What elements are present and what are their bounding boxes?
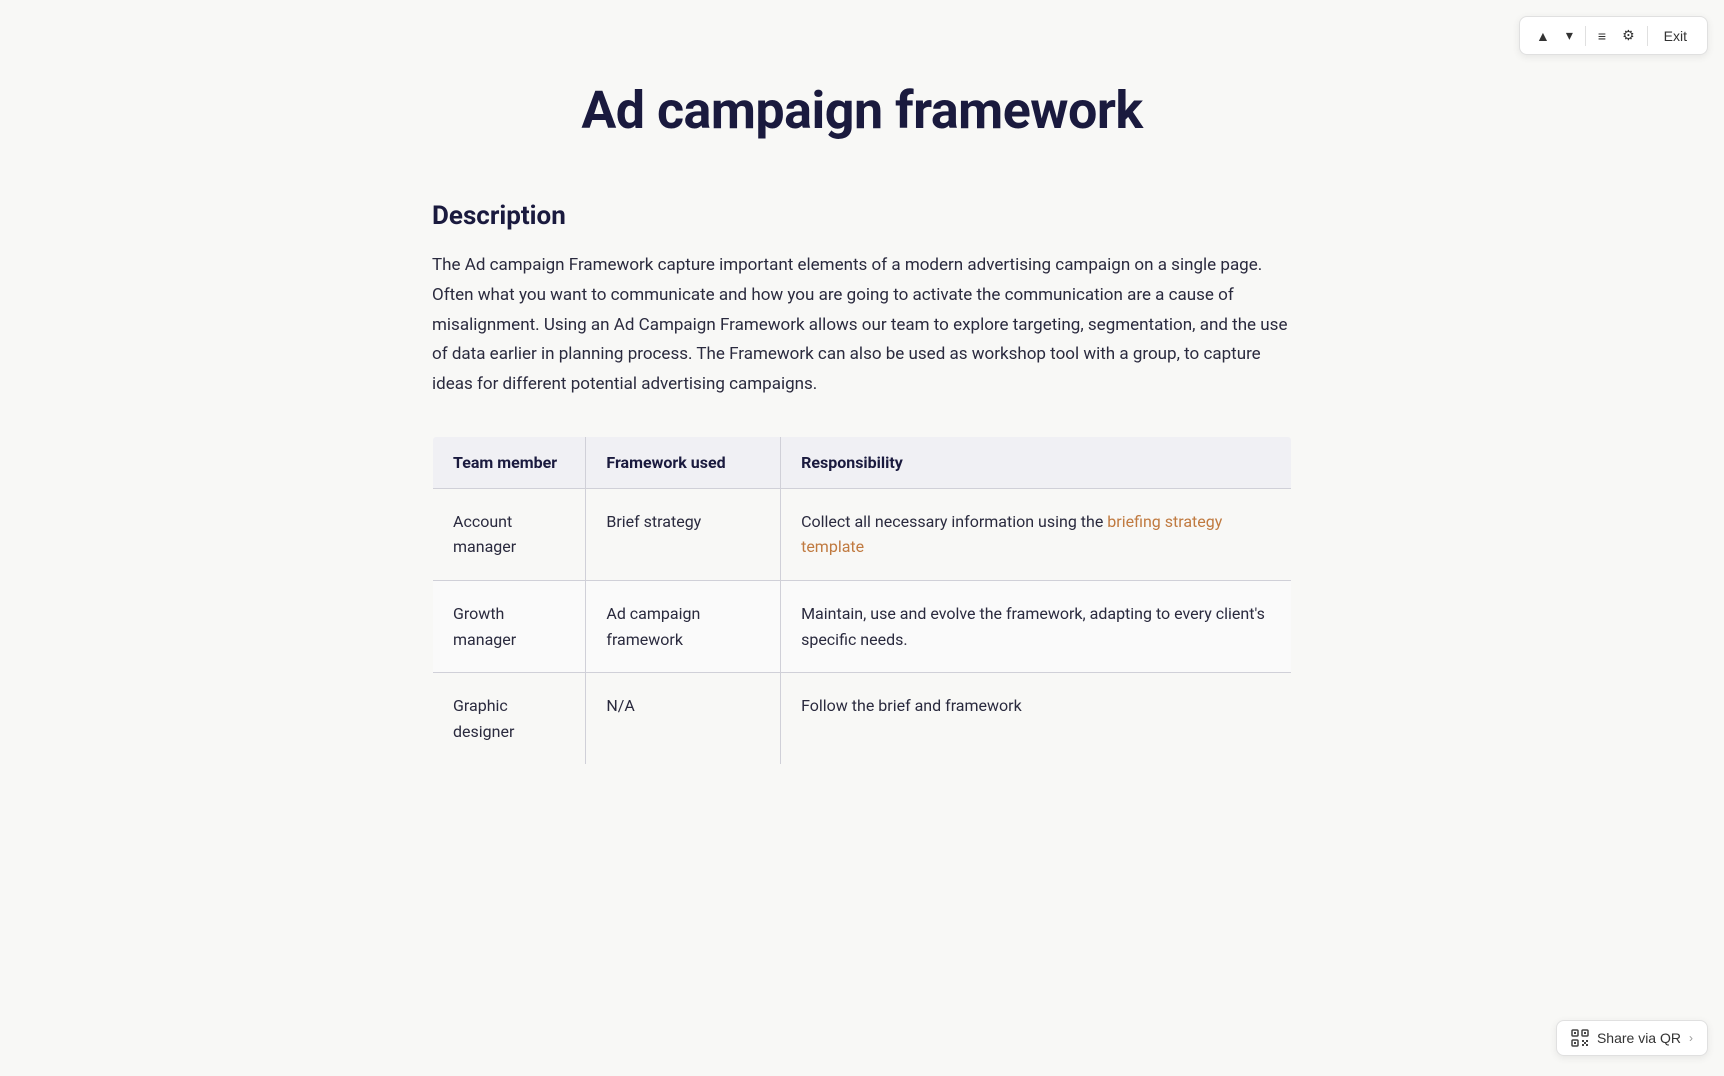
table-row: Account manager Brief strategy Collect a…	[433, 488, 1292, 580]
settings-button[interactable]: ⚙	[1616, 23, 1641, 48]
team-table: Team member Framework used Responsibilit…	[432, 436, 1292, 766]
share-label: Share via QR	[1597, 1030, 1681, 1046]
team-member-cell: Graphic designer	[433, 673, 586, 765]
table-row: Growth manager Ad campaign framework Mai…	[433, 580, 1292, 672]
description-heading: Description	[432, 201, 1292, 231]
prev-button[interactable]: ▲	[1530, 24, 1556, 48]
down-arrow-icon: ▾	[1566, 27, 1573, 44]
responsibility-cell: Collect all necessary information using …	[781, 488, 1292, 580]
next-button[interactable]: ▾	[1560, 23, 1579, 48]
col-header-responsibility: Responsibility	[781, 436, 1292, 488]
description-body: The Ad campaign Framework capture import…	[432, 251, 1292, 400]
team-member-cell: Account manager	[433, 488, 586, 580]
col-header-team-member: Team member	[433, 436, 586, 488]
framework-cell: N/A	[586, 673, 781, 765]
team-member-cell: Growth manager	[433, 580, 586, 672]
list-view-button[interactable]: ≡	[1592, 24, 1612, 48]
list-icon: ≡	[1598, 28, 1606, 44]
exit-button[interactable]: Exit	[1654, 24, 1697, 48]
toolbar-divider-2	[1647, 26, 1648, 46]
col-header-framework: Framework used	[586, 436, 781, 488]
gear-icon: ⚙	[1622, 27, 1635, 44]
toolbar: ▲ ▾ ≡ ⚙ Exit	[1519, 16, 1708, 55]
qr-icon	[1571, 1029, 1589, 1047]
page-title: Ad campaign framework	[432, 80, 1292, 141]
framework-cell: Ad campaign framework	[586, 580, 781, 672]
responsibility-cell: Maintain, use and evolve the framework, …	[781, 580, 1292, 672]
toolbar-divider	[1585, 26, 1586, 46]
up-arrow-icon: ▲	[1536, 28, 1550, 44]
share-via-qr-button[interactable]: Share via QR ›	[1556, 1020, 1708, 1056]
main-content: Ad campaign framework Description The Ad…	[392, 0, 1332, 845]
table-row: Graphic designer N/A Follow the brief an…	[433, 673, 1292, 765]
responsibility-text-before: Collect all necessary information using …	[801, 512, 1107, 531]
responsibility-cell: Follow the brief and framework	[781, 673, 1292, 765]
framework-cell: Brief strategy	[586, 488, 781, 580]
share-arrow-icon: ›	[1689, 1031, 1693, 1045]
